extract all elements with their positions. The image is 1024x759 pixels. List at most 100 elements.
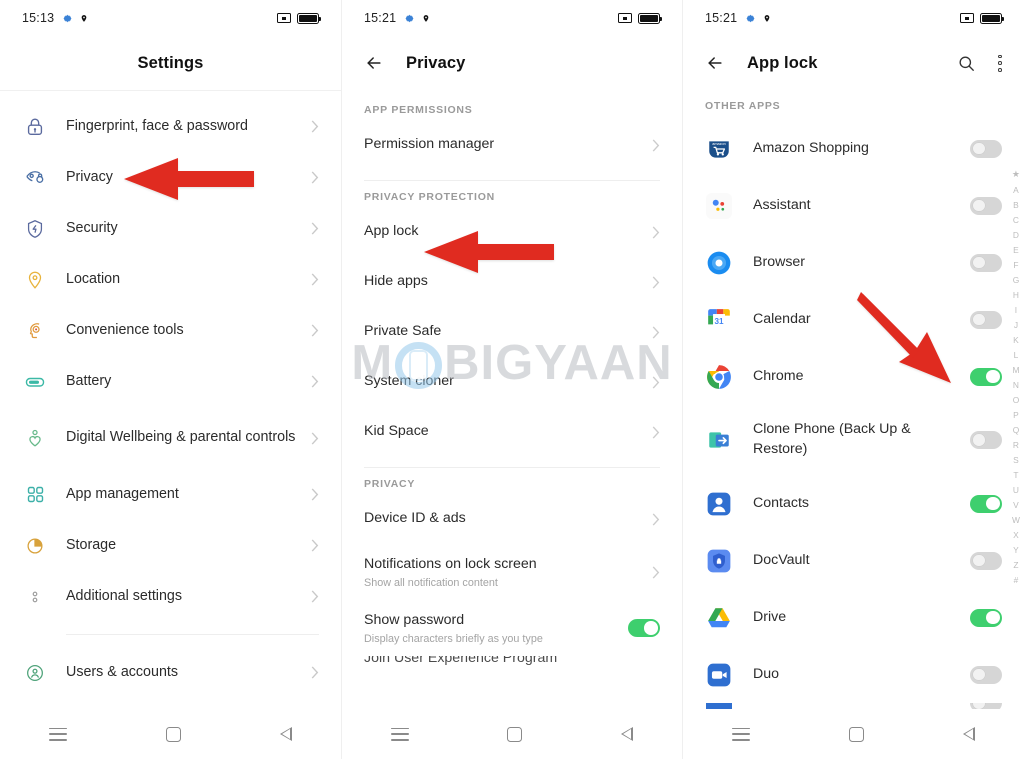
index-letter[interactable]: Z (1013, 560, 1018, 569)
back-arrow-icon[interactable] (364, 53, 384, 73)
app-lock-toggle[interactable] (970, 253, 1002, 272)
recents-icon[interactable] (391, 727, 410, 741)
page-title: Privacy (406, 53, 466, 72)
sidebar-item-app-management[interactable]: App management (0, 469, 341, 520)
app-lock-toggle[interactable] (970, 367, 1002, 386)
index-letter[interactable]: W (1012, 515, 1020, 524)
recents-icon[interactable] (49, 727, 68, 741)
row-label: Fingerprint, face & password (66, 117, 248, 134)
list-item-notifications-lock-screen[interactable]: Notifications on lock screen Show all no… (342, 544, 682, 600)
list-item-contacts[interactable]: Contacts (683, 475, 1024, 532)
index-letter[interactable]: I (1015, 305, 1017, 314)
app-lock-toggle[interactable] (970, 551, 1002, 570)
row-label: Storage (66, 536, 117, 553)
list-item-calendar[interactable]: 31 Calendar (683, 291, 1024, 348)
chevron-right-icon (311, 539, 319, 552)
index-letter[interactable]: M (1012, 365, 1019, 374)
list-item-kid-space[interactable]: Kid Space (342, 407, 682, 457)
chevron-right-icon (311, 273, 319, 286)
list-item-device-id-ads[interactable]: Device ID & ads (342, 494, 682, 544)
index-letter[interactable]: V (1013, 500, 1019, 509)
index-letter[interactable]: K (1013, 335, 1019, 344)
home-icon[interactable] (507, 726, 523, 742)
index-letter[interactable]: L (1014, 350, 1019, 359)
sidebar-item-digital-wellbeing[interactable]: Digital Wellbeing & parental controls (0, 407, 341, 469)
sidebar-item-storage[interactable]: Storage (0, 520, 341, 571)
back-icon[interactable] (279, 726, 292, 741)
list-item-docvault[interactable]: DocVault (683, 532, 1024, 589)
list-divider (66, 634, 319, 635)
app-lock-toggle[interactable] (970, 494, 1002, 513)
home-icon[interactable] (848, 726, 864, 742)
index-letter[interactable]: G (1013, 275, 1020, 284)
index-letter[interactable]: D (1013, 230, 1019, 239)
list-item-amazon-shopping[interactable]: amazon Amazon Shopping (683, 120, 1024, 177)
gear-icon (745, 13, 756, 24)
list-item-assistant[interactable]: Assistant (683, 177, 1024, 234)
chevron-right-icon (311, 324, 319, 337)
sidebar-item-users-accounts[interactable]: Users & accounts (0, 647, 341, 698)
app-lock-toggle[interactable] (970, 608, 1002, 627)
list-item-clone-phone[interactable]: Clone Phone (Back Up & Restore) (683, 405, 1024, 475)
index-letter[interactable]: Y (1013, 545, 1019, 554)
cast-icon (618, 13, 632, 23)
page-title: App lock (747, 53, 818, 72)
back-arrow-icon[interactable] (705, 53, 725, 73)
index-letter[interactable]: U (1013, 485, 1019, 494)
back-icon[interactable] (620, 726, 633, 741)
app-lock-toggle[interactable] (970, 139, 1002, 158)
overflow-menu-icon[interactable] (998, 54, 1002, 72)
alphabet-index[interactable]: ★ A B C D E F G H I J K L M N O P Q R S … (1012, 170, 1020, 591)
index-star[interactable]: ★ (1012, 170, 1020, 179)
sidebar-item-location[interactable]: Location (0, 254, 341, 305)
status-bar: 15:21 (342, 0, 682, 36)
app-lock-toggle[interactable] (970, 310, 1002, 329)
pie-chart-icon (22, 535, 48, 557)
sidebar-item-additional-settings[interactable]: Additional settings (0, 571, 341, 622)
list-item-duo[interactable]: Duo (683, 646, 1024, 703)
recents-icon[interactable] (732, 727, 751, 741)
list-item-system-cloner[interactable]: System cloner (342, 357, 682, 407)
app-lock-toggle[interactable] (970, 196, 1002, 215)
index-letter[interactable]: H (1013, 290, 1019, 299)
back-icon[interactable] (962, 726, 975, 741)
list-item-show-password[interactable]: Show password Display characters briefly… (342, 600, 682, 656)
index-letter[interactable]: O (1013, 395, 1020, 404)
calendar-icon: 31 (705, 307, 733, 333)
index-letter[interactable]: Q (1013, 425, 1020, 434)
index-letter[interactable]: X (1013, 530, 1019, 539)
index-letter[interactable]: E (1013, 245, 1019, 254)
index-letter[interactable]: S (1013, 455, 1019, 464)
index-letter[interactable]: R (1013, 440, 1019, 449)
list-item-drive[interactable]: Drive (683, 589, 1024, 646)
index-letter[interactable]: # (1014, 575, 1019, 584)
index-letter[interactable]: A (1013, 185, 1019, 194)
sidebar-item-convenience-tools[interactable]: Convenience tools (0, 305, 341, 356)
index-letter[interactable]: T (1013, 470, 1018, 479)
assistant-icon (705, 192, 733, 219)
list-item-browser[interactable]: Browser (683, 234, 1024, 291)
list-item-permission-manager[interactable]: Permission manager (342, 120, 682, 170)
row-label: Additional settings (66, 587, 183, 604)
index-letter[interactable]: N (1013, 380, 1019, 389)
sidebar-item-security[interactable]: Security (0, 203, 341, 254)
sidebar-item-fingerprint[interactable]: Fingerprint, face & password (0, 101, 341, 152)
arrow-to-app-lock (418, 228, 554, 276)
index-letter[interactable]: C (1013, 215, 1019, 224)
index-letter[interactable]: J (1014, 320, 1018, 329)
list-item-chrome[interactable]: Chrome (683, 348, 1024, 405)
list-item-cutoff[interactable]: Join User Experience Program (342, 656, 682, 676)
sidebar-item-battery[interactable]: Battery (0, 356, 341, 407)
index-letter[interactable]: P (1013, 410, 1019, 419)
contacts-icon (705, 491, 733, 517)
app-lock-toggle[interactable] (970, 431, 1002, 449)
lock-icon (22, 116, 48, 138)
search-icon[interactable] (957, 54, 976, 73)
app-lock-toggle[interactable] (970, 665, 1002, 684)
show-password-toggle[interactable] (628, 619, 660, 637)
index-letter[interactable]: F (1013, 260, 1018, 269)
location-pin-icon (80, 13, 88, 24)
list-item-private-safe[interactable]: Private Safe (342, 307, 682, 357)
index-letter[interactable]: B (1013, 200, 1019, 209)
home-icon[interactable] (165, 726, 181, 742)
